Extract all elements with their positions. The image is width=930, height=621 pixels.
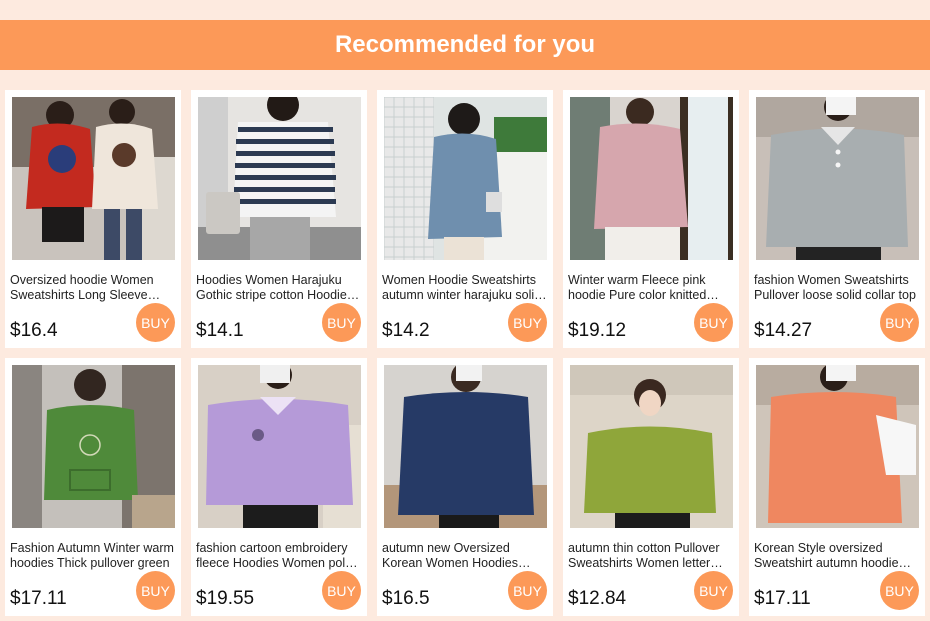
product-card[interactable]: fashion cartoon embroidery fleece Hoodie… (191, 358, 367, 616)
product-price: $14.1 (196, 320, 244, 341)
product-price: $19.55 (196, 588, 255, 609)
product-title[interactable]: fashion cartoon embroidery fleece Hoodie… (196, 541, 361, 571)
product-title[interactable]: Oversized hoodie Women Sweatshirts Long … (10, 273, 175, 303)
product-image[interactable] (384, 97, 547, 260)
product-image[interactable] (570, 365, 733, 528)
product-card[interactable]: autumn new Oversized Korean Women Hoodie… (377, 358, 553, 616)
section-header: Recommended for you (0, 20, 930, 70)
product-title[interactable]: autumn thin cotton Pullover Sweatshirts … (568, 541, 733, 571)
product-title[interactable]: Fashion Autumn Winter warm hoodies Thick… (10, 541, 175, 571)
product-card[interactable]: Oversized hoodie Women Sweatshirts Long … (5, 90, 181, 348)
product-image[interactable] (756, 365, 919, 528)
product-price: $17.11 (10, 588, 67, 609)
product-title[interactable]: Hoodies Women Harajuku Gothic stripe cot… (196, 273, 361, 303)
product-card[interactable]: Hoodies Women Harajuku Gothic stripe cot… (191, 90, 367, 348)
buy-button[interactable]: BUY (880, 571, 919, 610)
buy-button[interactable]: BUY (136, 303, 175, 342)
product-image[interactable] (198, 365, 361, 528)
buy-button[interactable]: BUY (880, 303, 919, 342)
product-card[interactable]: Korean Style oversized Sweatshirt autumn… (749, 358, 925, 616)
product-price: $14.27 (754, 320, 813, 341)
product-card[interactable]: Winter warm Fleece pink hoodie Pure colo… (563, 90, 739, 348)
product-image[interactable] (12, 97, 175, 260)
product-title[interactable]: Winter warm Fleece pink hoodie Pure colo… (568, 273, 733, 303)
product-title[interactable]: Women Hoodie Sweatshirts autumn winter h… (382, 273, 547, 303)
product-price: $12.84 (568, 588, 627, 609)
product-price: $16.4 (10, 320, 58, 341)
buy-button[interactable]: BUY (322, 571, 361, 610)
product-image[interactable] (756, 97, 919, 260)
product-image[interactable] (570, 97, 733, 260)
buy-button[interactable]: BUY (694, 571, 733, 610)
buy-button[interactable]: BUY (694, 303, 733, 342)
product-title[interactable]: autumn new Oversized Korean Women Hoodie… (382, 541, 547, 571)
product-price: $16.5 (382, 588, 430, 609)
product-price: $17.11 (754, 588, 811, 609)
product-card[interactable]: fashion Women Sweatshirts Pullover loose… (749, 90, 925, 348)
buy-button[interactable]: BUY (508, 303, 547, 342)
product-grid: Oversized hoodie Women Sweatshirts Long … (5, 90, 925, 616)
product-title[interactable]: Korean Style oversized Sweatshirt autumn… (754, 541, 919, 571)
buy-button[interactable]: BUY (508, 571, 547, 610)
buy-button[interactable]: BUY (322, 303, 361, 342)
section-title: Recommended for you (334, 31, 596, 58)
product-price: $14.2 (382, 320, 430, 341)
product-card[interactable]: autumn thin cotton Pullover Sweatshirts … (563, 358, 739, 616)
buy-button[interactable]: BUY (136, 571, 175, 610)
product-image[interactable] (384, 365, 547, 528)
product-image[interactable] (198, 97, 361, 260)
product-price: $19.12 (568, 320, 627, 341)
product-image[interactable] (12, 365, 175, 528)
product-card[interactable]: Fashion Autumn Winter warm hoodies Thick… (5, 358, 181, 616)
product-title[interactable]: fashion Women Sweatshirts Pullover loose… (754, 273, 919, 303)
product-card[interactable]: Women Hoodie Sweatshirts autumn winter h… (377, 90, 553, 348)
